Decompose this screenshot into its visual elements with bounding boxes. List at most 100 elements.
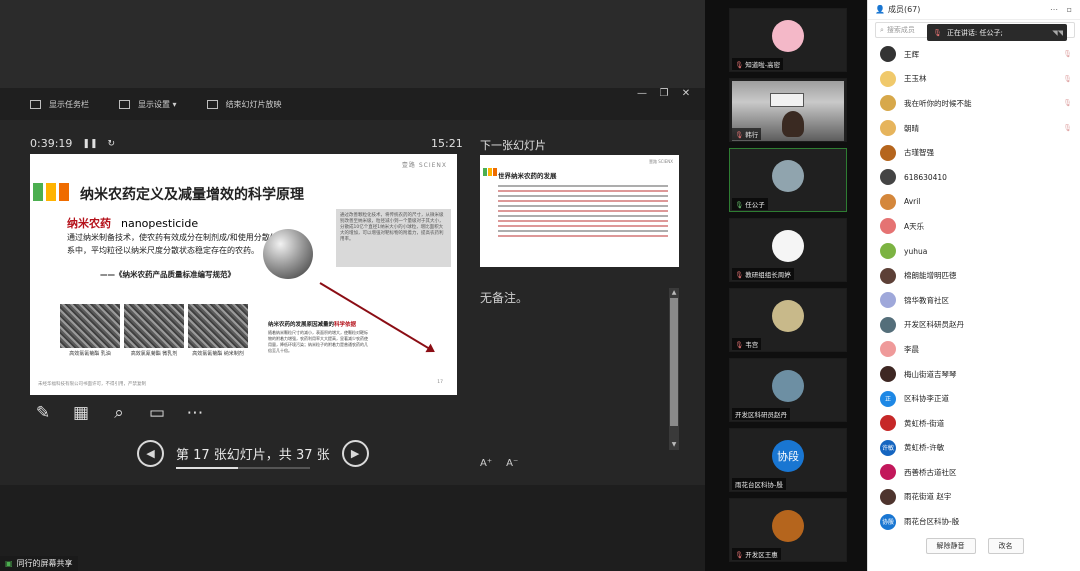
end-slideshow-button[interactable]: 结束幻灯片放映 xyxy=(206,99,282,110)
video-tile[interactable]: 🎙 开发区王惠 xyxy=(729,498,847,562)
member-avatar xyxy=(880,70,896,87)
sphere-image xyxy=(263,229,313,279)
member-row[interactable]: yuhua xyxy=(868,239,1080,264)
screen-share-label: 同行的屏幕共享 xyxy=(16,559,73,568)
scroll-down-icon[interactable]: ▼ xyxy=(669,440,679,450)
micro-caption: 高效氯氰菊酯 微乳剂 xyxy=(130,351,178,357)
unmute-all-button[interactable]: 解除静音 xyxy=(925,538,976,554)
member-row[interactable]: 锦华教育社区 xyxy=(868,288,1080,313)
show-taskbar-label: 显示任务栏 xyxy=(49,99,89,109)
member-row[interactable]: 古瑾智强 xyxy=(868,140,1080,165)
reset-timer-icon[interactable]: ↻ xyxy=(108,139,116,149)
wall-picture xyxy=(770,93,804,107)
member-row[interactable]: 许敏 黄虹桥-许敏 xyxy=(868,436,1080,461)
close-icon[interactable]: ✕ xyxy=(675,88,697,99)
member-name: 我在听你的时候不能 xyxy=(904,98,972,108)
member-name: 黄虹桥-许敏 xyxy=(904,443,945,453)
slide-sub-text: 随着纳米颗粒尺寸的减小，表面积的增大，使颗粒对靶标物的附着力增强，农药利用率大大… xyxy=(268,330,368,353)
member-row[interactable]: 棉朗能增明匹徳 xyxy=(868,263,1080,288)
rename-button[interactable]: 改名 xyxy=(987,538,1024,554)
notes-scrollbar[interactable]: ▲ ▼ xyxy=(669,288,679,450)
member-row[interactable]: 雨花街道 赵宇 xyxy=(868,485,1080,510)
member-row[interactable]: 正区科协李正道 xyxy=(868,386,1080,411)
member-row[interactable]: 李晨 xyxy=(868,337,1080,362)
video-tile[interactable]: 开发区科研员赵丹 xyxy=(729,358,847,422)
muted-mic-icon: 🎙 xyxy=(1063,124,1072,133)
member-row[interactable]: 王辉 🎙 xyxy=(868,42,1080,67)
video-tile[interactable]: 🎙 韦宫 xyxy=(729,288,847,352)
member-row[interactable]: 协殷 雨花台区科协-殷 xyxy=(868,509,1080,534)
slide-side-note: 通过改善颗粒化技术，将传统农药的尺寸，从微米级别改善至纳米级，粒径减小到一个量级… xyxy=(336,209,451,267)
member-row[interactable]: 618630410 xyxy=(868,165,1080,190)
member-row[interactable]: 梅山街道吉琴琴 xyxy=(868,362,1080,387)
member-name: 李晨 xyxy=(904,344,919,354)
video-tile[interactable]: 🎙 知道啦-高密 xyxy=(729,8,847,72)
color-bar-yellow xyxy=(488,168,492,176)
member-avatar xyxy=(880,243,896,260)
video-tile[interactable]: 协段 雨花台区科协-殷 xyxy=(729,428,847,492)
participant-name: 开发区科研员赵丹 xyxy=(732,408,790,420)
member-row[interactable]: 黄虹桥-街道 xyxy=(868,411,1080,436)
participant-name: 🎙 开发区王惠 xyxy=(732,548,781,560)
next-slide-preview[interactable]: 壹路 SCIENX 世界纳米农药的发展 xyxy=(480,155,679,267)
screen-bottom-area xyxy=(0,485,705,571)
pen-icon[interactable]: ✎ xyxy=(32,402,54,424)
end-show-icon xyxy=(206,99,218,109)
member-avatar xyxy=(880,316,896,333)
panel-footer: 解除静音 改名 xyxy=(868,538,1080,554)
panel-close-icon[interactable]: ▫ xyxy=(1067,5,1072,14)
member-name: 王玉林 xyxy=(904,74,927,84)
scroll-thumb[interactable] xyxy=(670,298,678,426)
participant-name-text: 韦宫 xyxy=(745,341,759,349)
decrease-font-icon[interactable]: A⁻ xyxy=(506,458,518,469)
current-slide: 壹路 SCIENX 纳米农药定义及减量增效的科学原理 纳米农药 nanopesti… xyxy=(30,154,457,395)
video-tile[interactable]: 🎙 教研组组长周婷 xyxy=(729,218,847,282)
elapsed-timer: 0:39:19 ❚❚ ↻ xyxy=(30,137,115,150)
member-row[interactable]: 西善桥古道社区 xyxy=(868,460,1080,485)
search-icon: ⌕ xyxy=(880,25,884,34)
presenter-toolbar: 显示任务栏 显示设置 ▾ 结束幻灯片放映 xyxy=(0,88,705,120)
member-row[interactable]: A天乐 xyxy=(868,214,1080,239)
pause-icon[interactable]: ❚❚ xyxy=(82,139,97,149)
minimize-icon[interactable]: — xyxy=(631,88,653,99)
mic-icon: 🎙 xyxy=(933,28,942,37)
next-slide-button[interactable]: ▶ xyxy=(341,440,369,467)
member-row[interactable]: 开发区科研员赵丹 xyxy=(868,313,1080,338)
participant-name: 🎙 任公子 xyxy=(732,198,768,210)
black-screen-icon[interactable]: ▭ xyxy=(146,402,168,424)
member-row[interactable]: 我在听你的时候不能 🎙 xyxy=(868,91,1080,116)
video-tile-active[interactable]: 🎙 任公子 xyxy=(729,148,847,212)
member-row[interactable]: Avril xyxy=(868,190,1080,215)
sub-heading-text: 纳米农药的发展原因减量的 xyxy=(268,322,335,328)
screen-share-tag: ▣ 同行的屏幕共享 xyxy=(0,556,78,571)
member-avatar xyxy=(880,341,896,358)
term-chinese: 纳米农药 xyxy=(67,217,111,230)
muted-mic-icon: 🎙 xyxy=(735,551,744,559)
avatar xyxy=(772,510,804,542)
video-tile[interactable]: 🎙 韩行 xyxy=(729,78,847,142)
more-options-icon[interactable]: ⋯ xyxy=(184,402,206,424)
show-taskbar-button[interactable]: 显示任务栏 xyxy=(30,99,89,110)
increase-font-icon[interactable]: A⁺ xyxy=(480,458,492,469)
member-row[interactable]: 王玉林 🎙 xyxy=(868,67,1080,92)
participant-name-text: 知道啦-高密 xyxy=(745,61,781,69)
restore-icon[interactable]: ❐ xyxy=(653,88,675,99)
active-mic-icon: 🎙 xyxy=(735,201,744,209)
member-name: 朝晴 xyxy=(904,123,919,133)
zoom-icon[interactable]: ⌕ xyxy=(108,402,130,424)
member-name: 雨花台区科协-殷 xyxy=(904,517,960,527)
presenter-tools: ✎ ▦ ⌕ ▭ ⋯ xyxy=(32,402,222,424)
scroll-up-icon[interactable]: ▲ xyxy=(669,288,679,298)
muted-mic-icon: 🎙 xyxy=(1063,74,1072,83)
more-icon[interactable]: ⋯ xyxy=(1050,5,1058,14)
previous-slide-button[interactable]: ◀ xyxy=(137,440,164,467)
member-row[interactable]: 朝晴 🎙 xyxy=(868,116,1080,141)
slide-source: ——《纳米农药产品质量标准编写规范》 xyxy=(100,270,235,279)
participant-name: 🎙 韦宫 xyxy=(732,338,762,350)
display-settings-button[interactable]: 显示设置 ▾ xyxy=(119,99,177,110)
member-list: 王辉 🎙 王玉林 🎙 我在听你的时候不能 🎙 朝晴 🎙 古瑾智强 618630410 Avril A天… xyxy=(868,42,1080,534)
taskbar-icon xyxy=(30,99,41,109)
member-avatar xyxy=(880,292,896,309)
micro-image: 高效氯氰菊酯 纳米制剂 xyxy=(188,304,248,358)
all-slides-icon[interactable]: ▦ xyxy=(70,402,92,424)
